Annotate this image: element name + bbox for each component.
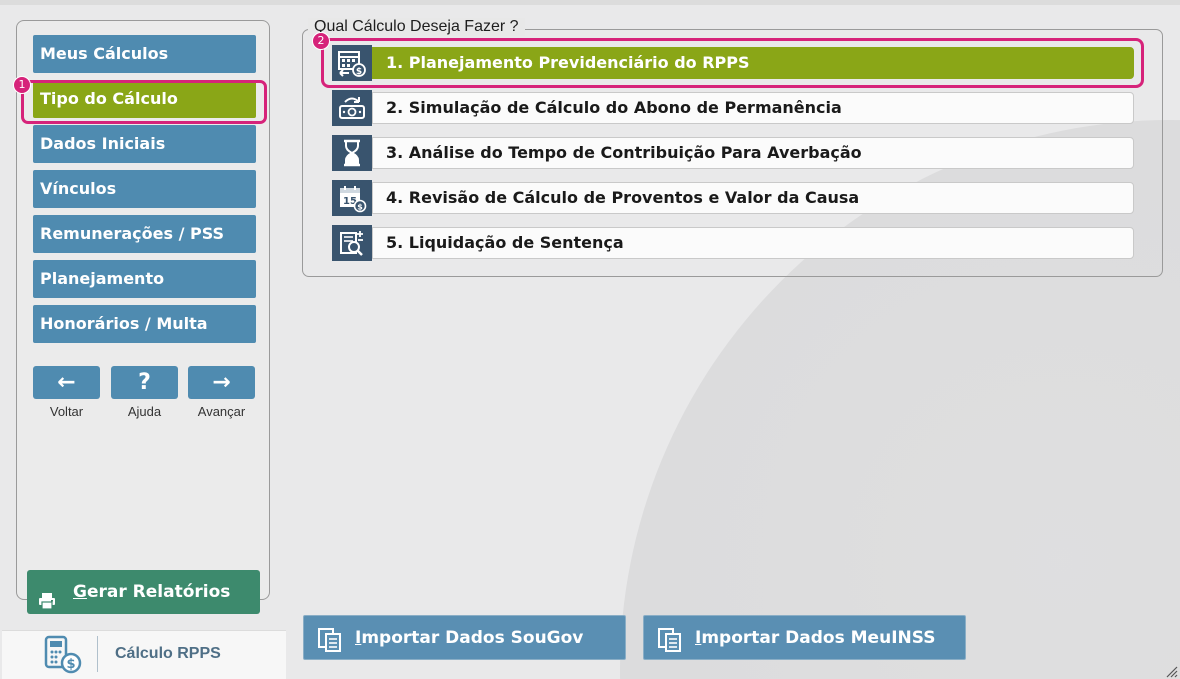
resize-grip-icon[interactable] [1164, 663, 1178, 679]
help-label: Ajuda [127, 404, 162, 419]
next-label: Avançar [197, 404, 246, 419]
svg-text:$: $ [66, 657, 75, 672]
option-label-5: 5. Liquidação de Sentença [372, 227, 1134, 259]
help-button[interactable]: ? [111, 366, 178, 399]
sidebar-item-honorarios-multa[interactable]: Honorários / Multa [33, 305, 256, 343]
document-list-icon [657, 626, 683, 671]
generate-reports-accel: G [73, 582, 87, 602]
option-tempo-contribuicao[interactable]: 3. Análise do Tempo de Contribuição Para… [332, 135, 1134, 171]
option-label-4: 4. Revisão de Cálculo de Proventos e Val… [372, 182, 1134, 214]
option-label-3: 3. Análise do Tempo de Contribuição Para… [372, 137, 1134, 169]
calculator-money-icon: $ [44, 635, 88, 679]
option-label-2: 2. Simulação de Cálculo do Abono de Perm… [372, 92, 1134, 124]
sidebar-item-remuneracoes-pss[interactable]: Remunerações / PSS [33, 215, 256, 253]
sidebar-item-vinculos[interactable]: Vínculos [33, 170, 256, 208]
brand-footer: $ Cálculo RPPS [2, 630, 286, 679]
import-sougov-button[interactable]: Importar Dados SouGov [303, 615, 626, 660]
option-liquidacao-sentenca[interactable]: 5. Liquidação de Sentença [332, 225, 1134, 261]
printer-icon [38, 583, 56, 627]
step-badge-1: 1 [13, 76, 31, 94]
brand-divider [97, 636, 98, 672]
import-sougov-label: mportar Dados SouGov [361, 628, 584, 648]
highlight-frame-tipo-do-calculo [21, 80, 267, 124]
money-cycle-icon [332, 90, 372, 126]
sidebar-item-planejamento[interactable]: Planejamento [33, 260, 256, 298]
generate-reports-label: erar Relatórios [86, 582, 231, 602]
sidebar: Meus Cálculos Tipo do Cálculo Dados Inic… [16, 20, 270, 614]
next-button[interactable]: → [188, 366, 255, 399]
group-title: Qual Cálculo Deseja Fazer ? [308, 18, 525, 36]
back-button[interactable]: ← [33, 366, 100, 399]
import-meuinss-label: mportar Dados MeuINSS [701, 628, 936, 648]
hourglass-icon [332, 135, 372, 171]
brand-name: Cálculo RPPS [115, 645, 221, 662]
document-list-icon [317, 626, 343, 671]
window-top-strip [0, 0, 1180, 5]
highlight-frame-option-1 [321, 38, 1144, 88]
sidebar-item-meus-calculos[interactable]: Meus Cálculos [33, 35, 256, 73]
generate-reports-button[interactable]: Gerar Relatórios [27, 570, 260, 614]
option-revisao-proventos[interactable]: 15 $ 4. Revisão de Cálculo de Proventos … [332, 180, 1134, 216]
import-meuinss-button[interactable]: Importar Dados MeuINSS [643, 615, 966, 660]
calendar-15-icon: 15 $ [332, 180, 372, 216]
option-abono-permanencia[interactable]: 2. Simulação de Cálculo do Abono de Perm… [332, 90, 1134, 126]
document-search-icon [332, 225, 372, 261]
step-badge-2: 2 [312, 32, 330, 50]
svg-text:$: $ [357, 203, 363, 212]
back-label: Voltar [49, 404, 84, 419]
sidebar-item-dados-iniciais[interactable]: Dados Iniciais [33, 125, 256, 163]
